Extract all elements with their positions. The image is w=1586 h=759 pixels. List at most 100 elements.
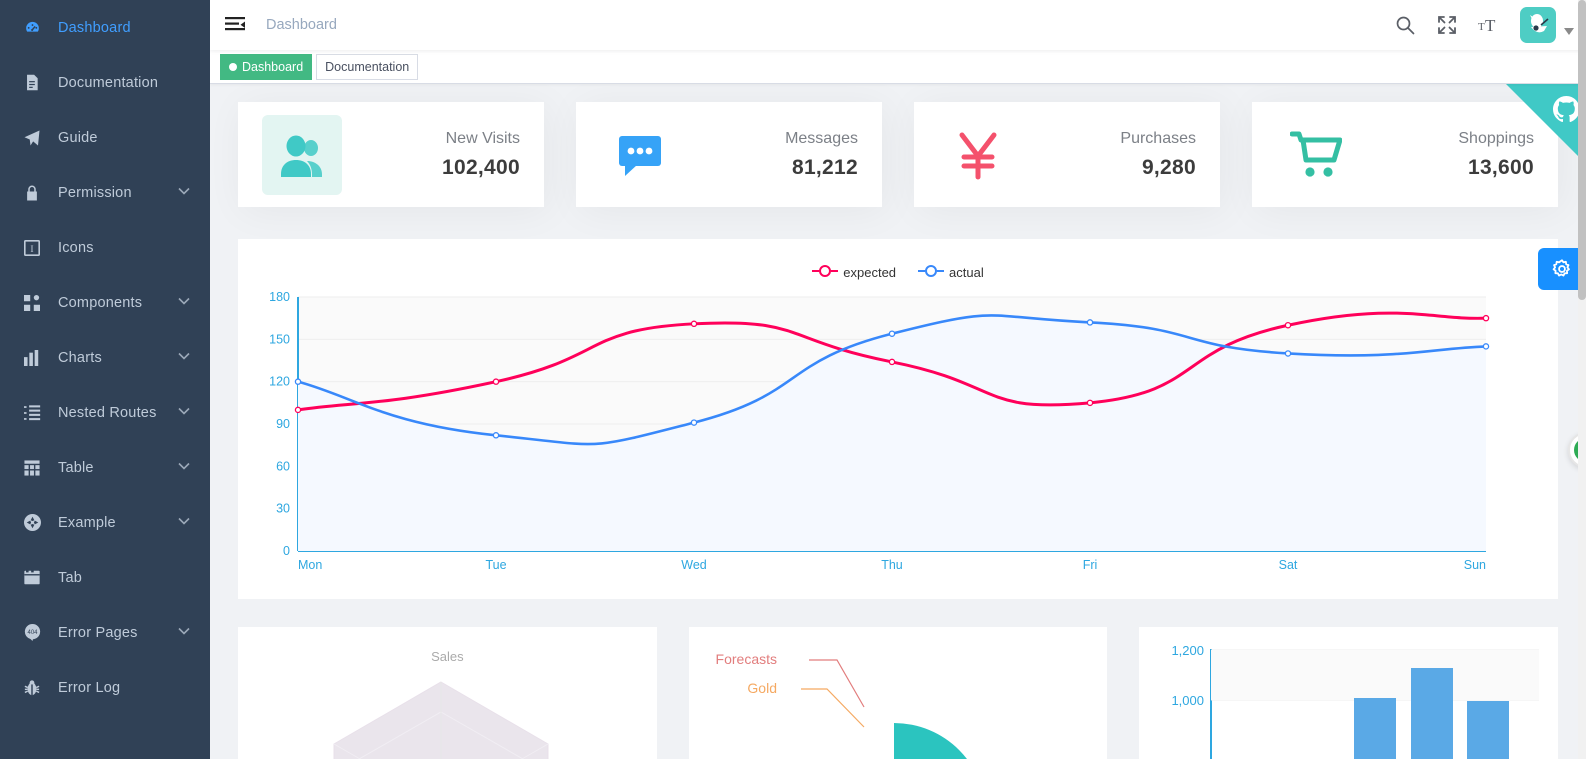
bottom-chart-row: Sales Forecasts Gold 1,200 1,000 (238, 627, 1559, 759)
main-area: Dashboard T T Dashboard Documentation Ne… (210, 0, 1586, 759)
avatar[interactable] (1520, 7, 1556, 43)
sidebar-item-label: Icons (58, 239, 94, 256)
chevron-down-icon[interactable] (178, 187, 190, 199)
svg-text:Sun: Sun (1464, 558, 1486, 572)
app-root: Dashboard Documentation Guide Permission I Ic… (0, 0, 1586, 759)
svg-text:Tue: Tue (485, 558, 506, 572)
chevron-down-icon[interactable] (178, 297, 190, 309)
sidebar-item-label: Tab (58, 569, 82, 586)
document-icon (20, 73, 44, 93)
stat-card-value: 9,280 (1141, 155, 1196, 179)
fullscreen-icon[interactable] (1436, 14, 1458, 36)
search-icon[interactable] (1394, 14, 1416, 36)
bug-icon (20, 678, 44, 698)
sidebar-item-label: Nested Routes (58, 404, 157, 421)
sidebar-item-label: Permission (58, 184, 132, 201)
line-chart-plot[interactable]: 0 30 60 90 120 150 180 Mon Tue Wed Thu Fri Sat Sun (254, 289, 1542, 584)
bar-chart-panel[interactable]: 1,200 1,000 (1139, 627, 1559, 759)
icons-icon: I (20, 238, 44, 258)
navbar-actions: T T (1394, 7, 1586, 43)
stat-card-shoppings[interactable]: Shoppings 13,600 (1252, 102, 1558, 207)
svg-text:Mon: Mon (298, 558, 322, 572)
svg-text:Wed: Wed (681, 558, 707, 572)
svg-text:1,000: 1,000 (1172, 693, 1205, 708)
grid-icon (20, 293, 44, 313)
svg-text:60: 60 (276, 459, 290, 473)
compass-icon (20, 513, 44, 533)
stat-card-purchases[interactable]: Purchases 9,280 (914, 102, 1220, 207)
sidebar-item-charts[interactable]: Charts (0, 330, 210, 385)
pie-label-forecasts: Forecasts (715, 651, 776, 667)
dashboard-content: New Visits 102,400 Messages 81,212 Purchases… (210, 84, 1586, 759)
sidebar: Dashboard Documentation Guide Permission I Ic… (0, 0, 210, 759)
svg-text:90: 90 (276, 417, 290, 431)
sidebar-item-table[interactable]: Table (0, 440, 210, 495)
stat-card-label: Shoppings (1458, 129, 1534, 147)
sidebar-item-label: Error Pages (58, 624, 138, 641)
svg-text:120: 120 (269, 375, 290, 389)
svg-text:30: 30 (276, 502, 290, 516)
stat-card-text: Purchases 9,280 (1120, 130, 1204, 180)
sidebar-item-label: Dashboard (58, 19, 131, 36)
tag-item-documentation[interactable]: Documentation (316, 53, 419, 80)
sidebar-item-label: Components (58, 294, 143, 311)
stat-card-new-visits[interactable]: New Visits 102,400 (238, 102, 544, 207)
hamburger-icon[interactable] (210, 0, 260, 50)
sidebar-item-label: Error Log (58, 679, 121, 696)
legend-item-expected[interactable]: expected (812, 264, 896, 280)
tag-label: Documentation (325, 59, 410, 74)
stat-card-group: New Visits 102,400 Messages 81,212 Purchases… (238, 102, 1558, 207)
line-chart-legend: expected actual (254, 259, 1542, 285)
sidebar-item-tab[interactable]: Tab (0, 550, 210, 605)
radar-chart-panel[interactable]: Sales (238, 627, 657, 759)
sidebar-item-label: Charts (58, 349, 102, 366)
sidebar-item-guide[interactable]: Guide (0, 110, 210, 165)
legend-item-actual[interactable]: actual (918, 264, 984, 280)
sidebar-item-documentation[interactable]: Documentation (0, 55, 210, 110)
sidebar-item-example[interactable]: Example (0, 495, 210, 550)
legend-marker-expected (812, 264, 839, 280)
legend-label-actual: actual (949, 264, 984, 280)
tag-item-dashboard[interactable]: Dashboard (220, 53, 313, 80)
lock-icon (20, 183, 44, 203)
bar-chart-icon (20, 348, 44, 368)
navbar: Dashboard T T (210, 0, 1586, 50)
svg-text:Thu: Thu (881, 558, 903, 572)
stat-card-messages[interactable]: Messages 81,212 (576, 102, 882, 207)
page-scrollbar-thumb[interactable] (1578, 0, 1586, 300)
svg-text:0: 0 (283, 544, 290, 558)
shopping-cart-icon (1276, 115, 1356, 195)
dashboard-icon (20, 18, 44, 38)
paper-plane-icon (20, 128, 44, 148)
sidebar-item-error-pages[interactable]: 404 Error Pages (0, 605, 210, 660)
pie-chart-panel[interactable]: Forecasts Gold Forecasts Gold (688, 627, 1108, 759)
font-size-icon[interactable]: T T (1478, 14, 1500, 36)
chevron-down-icon[interactable] (178, 407, 190, 419)
pie-label-gold: Gold (747, 680, 777, 696)
tags-view: Dashboard Documentation (210, 50, 1586, 84)
sidebar-item-label: Example (58, 514, 116, 531)
sidebar-item-error-log[interactable]: Error Log (0, 660, 210, 715)
svg-text:T: T (1478, 21, 1485, 33)
line-chart-panel: expected actual 0 30 60 90 120 150 180 M… (238, 239, 1558, 599)
stat-card-value: 102,400 (441, 155, 520, 179)
stat-card-text: Shoppings 13,600 (1458, 130, 1542, 180)
sidebar-item-components[interactable]: Components (0, 275, 210, 330)
page-scrollbar[interactable] (1578, 0, 1586, 759)
chevron-down-icon[interactable] (178, 517, 190, 529)
sidebar-item-label: Documentation (58, 74, 159, 91)
chevron-down-icon[interactable] (178, 627, 190, 639)
sidebar-item-permission[interactable]: Permission (0, 165, 210, 220)
table-icon (20, 458, 44, 478)
chevron-down-icon[interactable] (178, 462, 190, 474)
sidebar-item-nested-routes[interactable]: Nested Routes (0, 385, 210, 440)
svg-text:I: I (30, 244, 33, 255)
list-tree-icon (20, 403, 44, 423)
sidebar-item-dashboard[interactable]: Dashboard (0, 0, 210, 55)
breadcrumb[interactable]: Dashboard (266, 17, 337, 33)
caret-down-icon[interactable] (1564, 23, 1574, 41)
sidebar-item-label: Guide (58, 129, 98, 146)
sidebar-item-icons[interactable]: I Icons (0, 220, 210, 275)
chevron-down-icon[interactable] (178, 352, 190, 364)
svg-text:T: T (1485, 16, 1496, 35)
